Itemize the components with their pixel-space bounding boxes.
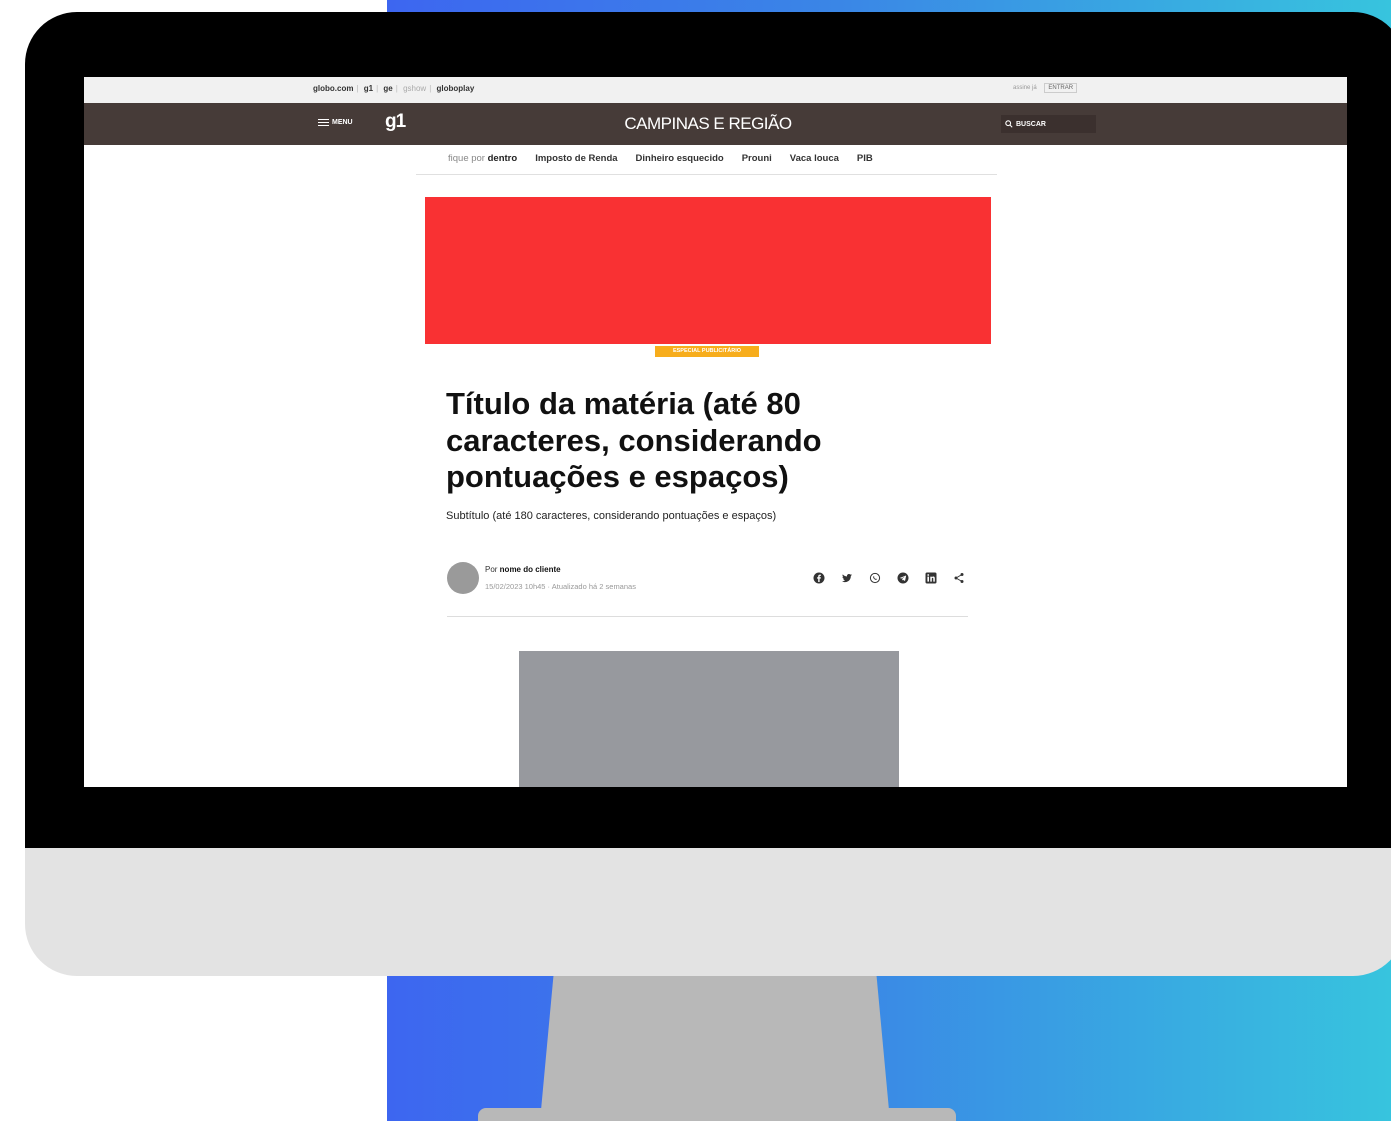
menu-button[interactable]: MENU: [318, 117, 353, 128]
search-button[interactable]: BUSCAR: [1001, 115, 1096, 133]
ad-banner[interactable]: [425, 197, 991, 344]
topbar-links: globo.com | g1 | ge | gshow | globoplay: [313, 84, 475, 93]
topbar-link-gshow[interactable]: gshow: [403, 84, 426, 93]
author-byline: Por nome do cliente: [485, 565, 561, 574]
twitter-icon[interactable]: [840, 571, 853, 584]
subnav-item-pib[interactable]: PIB: [857, 153, 873, 164]
topbar-link-ge[interactable]: ge: [383, 84, 392, 93]
browser-screen: globo.com | g1 | ge | gshow | globoplay assi…: [84, 77, 1347, 787]
search-label: BUSCAR: [1016, 120, 1046, 128]
byline-divider: [447, 616, 968, 617]
whatsapp-icon[interactable]: [868, 571, 881, 584]
share-icon[interactable]: [952, 571, 965, 584]
article-subtitle: Subtítulo (até 180 caracteres, considera…: [446, 510, 777, 522]
monitor-stand: [540, 970, 890, 1121]
facebook-icon[interactable]: [812, 571, 825, 584]
sponsored-badge: ESPECIAL PUBLICITÁRIO: [655, 346, 759, 357]
article-title: Título da matéria (até 80 caracteres, co…: [446, 386, 822, 495]
topbar-account: assine já ENTRAR: [1013, 83, 1078, 93]
search-icon: [1005, 120, 1013, 128]
share-bar: [812, 571, 965, 584]
monitor-stand-base: [478, 1108, 956, 1121]
telegram-icon[interactable]: [896, 571, 909, 584]
subnav-item-vaca-louca[interactable]: Vaca louca: [790, 153, 839, 164]
article-image-placeholder: [519, 651, 899, 787]
subnav-item-imposto[interactable]: Imposto de Renda: [535, 153, 617, 164]
subnav-item-prouni[interactable]: Prouni: [742, 153, 772, 164]
linkedin-icon[interactable]: [924, 571, 937, 584]
login-button[interactable]: ENTRAR: [1044, 83, 1078, 93]
topbar-link-g1[interactable]: g1: [364, 84, 373, 93]
author-avatar: [447, 562, 479, 594]
globo-topbar: globo.com | g1 | ge | gshow | globoplay assi…: [84, 77, 1347, 104]
subnav-item-dinheiro[interactable]: Dinheiro esquecido: [636, 153, 724, 164]
hamburger-icon: [318, 117, 329, 128]
trending-subnav: fique por dentro Imposto de Renda Dinhei…: [416, 145, 997, 175]
menu-label: MENU: [332, 119, 353, 126]
author-name: nome do cliente: [499, 565, 561, 574]
topbar-link-globoplay[interactable]: globoplay: [437, 84, 475, 93]
section-title[interactable]: CAMPINAS E REGIÃO: [484, 114, 932, 134]
subscribe-link[interactable]: assine já: [1013, 85, 1037, 91]
topbar-link-globo[interactable]: globo.com: [313, 84, 353, 93]
fique-por-dentro: fique por dentro: [448, 153, 518, 164]
article-dateline: 15/02/2023 10h45 · Atualizado há 2 seman…: [485, 582, 636, 591]
g1-navbar: MENU g1 CAMPINAS E REGIÃO BUSCAR: [84, 103, 1347, 145]
g1-logo[interactable]: g1: [385, 111, 406, 133]
